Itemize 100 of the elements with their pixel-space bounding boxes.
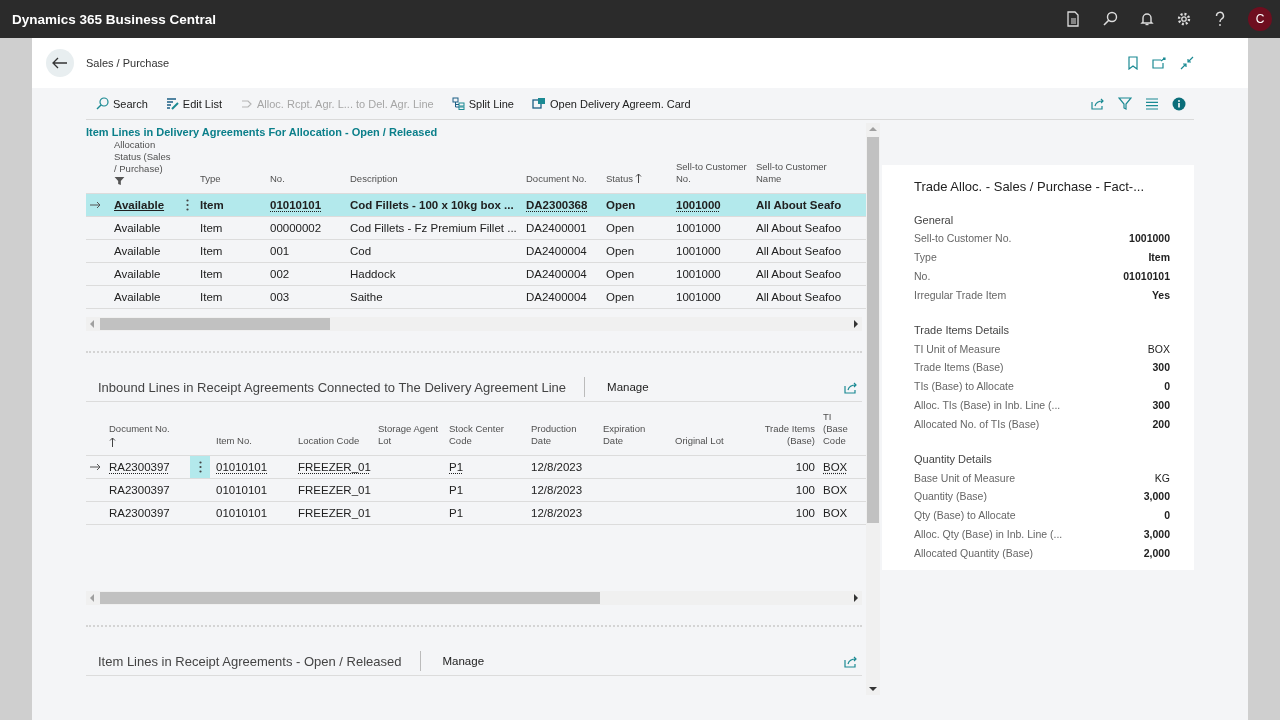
table-cell[interactable]: Available	[114, 268, 161, 280]
table-cell: BOX	[823, 507, 848, 519]
column-header[interactable]: Production Date	[527, 414, 599, 455]
table-cell: 003	[270, 291, 290, 303]
action-button[interactable]: Open Delivery Agreem. Card	[523, 97, 700, 110]
column-header[interactable]: Description	[346, 139, 522, 193]
field-value: 3,000	[1143, 490, 1170, 503]
breadcrumb: Sales / Purchase	[86, 57, 170, 69]
arrow-icon	[90, 463, 101, 471]
column-header[interactable]: TI (Base Code	[819, 414, 859, 455]
document-icon[interactable]	[1066, 11, 1080, 27]
column-header[interactable]: Sell-to Customer Name	[752, 139, 848, 193]
list-icon[interactable]	[1145, 97, 1159, 110]
collapse-icon[interactable]	[1180, 56, 1194, 70]
more-icon	[198, 461, 202, 473]
field-label: Type	[914, 251, 937, 264]
table-cell: 01010101	[216, 507, 268, 519]
share-icon[interactable]	[1091, 97, 1105, 110]
field-label: TIs (Base) to Allocate	[914, 380, 1014, 393]
share-icon[interactable]	[844, 654, 858, 668]
column-header[interactable]: Document No.	[522, 139, 602, 193]
action-button[interactable]: Search	[86, 97, 157, 110]
table-cell: All About Seafoo	[756, 291, 842, 303]
table-row[interactable]: RA2300397 01010101 FREEZER_01 P1 12/8/2023 100 BOX	[86, 456, 866, 479]
table-row[interactable]: Available Item 00000002 Cod Fillets - Fz Premium Fillet ... DA2400001 Open 1001000 All About Seafoo	[86, 217, 866, 240]
table-cell: All About Seafoo	[756, 222, 842, 234]
table-cell: Haddock	[350, 268, 396, 280]
column-header[interactable]: Original Lot	[671, 414, 743, 455]
column-header[interactable]: Storage Agent Lot	[374, 414, 445, 455]
bookmark-icon[interactable]	[1128, 56, 1138, 70]
back-button[interactable]	[46, 49, 74, 77]
field-value: 2,000	[1143, 546, 1170, 559]
column-header[interactable]: Trade Items (Base)	[743, 414, 819, 455]
column-header[interactable]: Type	[196, 139, 266, 193]
action-button[interactable]: Edit List	[156, 97, 231, 110]
table-cell: Cod	[350, 245, 372, 257]
table-row[interactable]: RA2300397 01010101 FREEZER_01 P1 12/8/2023 100 BOX	[86, 502, 866, 525]
bell-icon[interactable]	[1140, 11, 1154, 27]
table-cell[interactable]: Available	[114, 291, 161, 303]
column-header[interactable]: Document No.	[105, 414, 188, 455]
column-header[interactable]: Stock Center Code	[445, 414, 527, 455]
column-header[interactable]: Sell-to Customer No.	[672, 139, 752, 193]
table-cell[interactable]: RA2300397	[109, 507, 170, 519]
table-cell[interactable]: Available	[114, 222, 161, 234]
column-header[interactable]: No.	[266, 139, 346, 193]
table-cell: FREEZER_01	[298, 484, 371, 496]
column-header[interactable]: Expiration Date	[599, 414, 671, 455]
share-icon[interactable]	[844, 380, 858, 394]
table-cell: P1	[449, 461, 464, 473]
field-value: Item	[1148, 251, 1170, 264]
open-new-window-icon[interactable]	[1152, 57, 1166, 69]
settings-icon[interactable]	[1176, 11, 1192, 27]
column-header[interactable]: Status	[602, 139, 672, 193]
table-row[interactable]: Available Item 01010101 Cod Fillets - 100 x 10kg box ... DA2300368 Open 1001000 All About Seafo	[86, 194, 866, 217]
table-cell[interactable]: Available	[114, 199, 165, 211]
table-cell: Cod Fillets - 100 x 10kg box ...	[350, 199, 514, 211]
field-label: Allocated Quantity (Base)	[914, 546, 1034, 559]
column-header[interactable]: Allocation Status (Sales / Purchase)	[110, 139, 178, 193]
field-value: KG	[1154, 471, 1170, 484]
table-cell: Cod Fillets - Fz Premium Fillet ...	[350, 222, 517, 234]
table-cell: 1001000	[676, 245, 721, 257]
table-cell: 100	[795, 461, 815, 473]
table-cell: 01010101	[270, 199, 322, 211]
row-menu-button[interactable]	[190, 456, 210, 478]
search-icon[interactable]	[1102, 11, 1118, 27]
column-header[interactable]: Item No.	[212, 414, 294, 455]
field-value: 300	[1152, 398, 1170, 411]
help-icon[interactable]	[1214, 11, 1226, 27]
table-cell: BOX	[823, 461, 848, 473]
field-label: Base Unit of Measure	[914, 471, 1015, 484]
table-cell[interactable]: Available	[114, 245, 161, 257]
table-cell: 12/8/2023	[531, 507, 583, 519]
field-label: Alloc. TIs (Base) in Inb. Line (...	[914, 398, 1061, 411]
table-row[interactable]: Available Item 002 Haddock DA2400004 Open 1001000 All About Seafoo	[86, 263, 866, 286]
table-cell: DA2400001	[526, 222, 587, 234]
table-row[interactable]: Available Item 001 Cod DA2400004 Open 1001000 All About Seafoo	[86, 240, 866, 263]
user-avatar[interactable]: C	[1248, 7, 1272, 31]
manage-button[interactable]: Manage	[607, 381, 649, 393]
table-cell: 00000002	[270, 222, 322, 234]
table-cell[interactable]: RA2300397	[109, 484, 170, 496]
table-cell: 12/8/2023	[531, 484, 583, 496]
manage-button[interactable]: Manage	[442, 655, 485, 667]
table-row[interactable]: RA2300397 01010101 FREEZER_01 P1 12/8/2023 100 BOX	[86, 479, 866, 502]
table-row[interactable]: Available Item 003 Saithe DA2400004 Open 1001000 All About Seafoo	[86, 286, 866, 309]
part-title: Inbound Lines in Receipt Agreements Connected to The Delivery Agreement Line	[98, 379, 567, 395]
filter-icon[interactable]	[1118, 97, 1132, 110]
field-value: Yes	[1151, 288, 1170, 301]
column-header[interactable]: Location Code	[294, 414, 374, 455]
field-value: 200	[1152, 417, 1170, 430]
search-icon	[96, 97, 109, 110]
scrollbar[interactable]	[86, 317, 862, 331]
info-icon[interactable]	[1172, 96, 1186, 111]
scrollbar[interactable]	[86, 591, 862, 605]
table-cell[interactable]: RA2300397	[109, 461, 170, 473]
scrollbar[interactable]	[866, 123, 880, 695]
group-heading: Trade Items Details	[914, 324, 1010, 337]
table-cell: 1001000	[676, 268, 721, 280]
action-button[interactable]: Split Line	[442, 97, 523, 110]
table-cell: 1001000	[676, 291, 721, 303]
field-label: Irregular Trade Item	[914, 288, 1007, 301]
